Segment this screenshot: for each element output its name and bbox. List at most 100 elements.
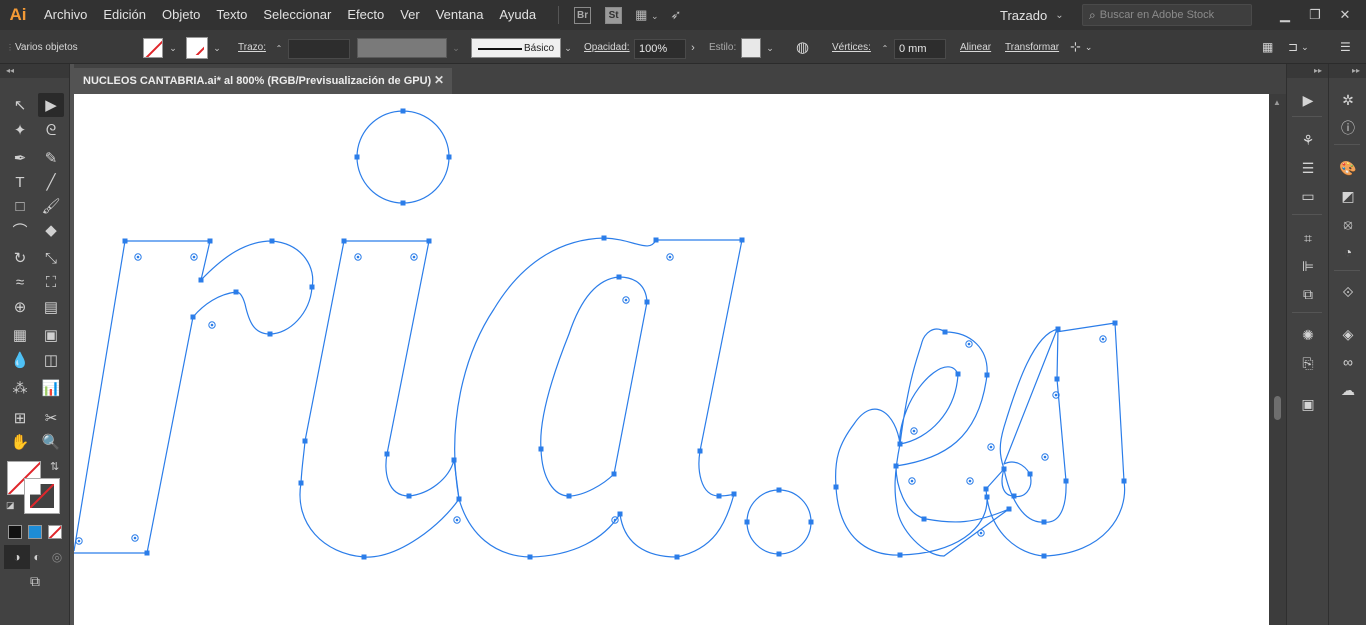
anchor-point[interactable] (400, 108, 406, 114)
anchor-point[interactable] (1112, 320, 1118, 326)
anchor-point[interactable] (644, 299, 650, 305)
letter-i-path[interactable] (299, 240, 460, 558)
scale-icon[interactable]: ⤡ (38, 246, 64, 270)
anchor-point[interactable] (984, 494, 990, 500)
anchor-point[interactable] (744, 519, 750, 525)
anchor-point[interactable] (653, 237, 659, 243)
anchor-point[interactable] (406, 493, 412, 499)
anchor-point[interactable] (302, 438, 308, 444)
anchor-point[interactable] (808, 519, 814, 525)
symbol-sprayer-icon[interactable]: ⁂ (7, 376, 33, 400)
anchor-point[interactable] (538, 446, 544, 452)
anchor-point[interactable] (207, 238, 213, 244)
anchor-point[interactable] (198, 277, 204, 283)
artboard[interactable] (73, 94, 1269, 625)
workspace-switcher[interactable]: Trazado ⌄ (1000, 0, 1064, 30)
anchor-point[interactable] (566, 493, 572, 499)
anchor-point[interactable] (617, 511, 623, 517)
letter-a-path[interactable] (454, 237, 743, 558)
stroke-stepper[interactable]: ⌃ (272, 38, 286, 58)
restore-button[interactable]: ❐ (1300, 0, 1330, 30)
letter-s-path[interactable] (985, 322, 1126, 557)
vertices-stepper[interactable]: ⌃ (878, 38, 892, 58)
anchor-point[interactable] (298, 480, 304, 486)
minimize-button[interactable]: ▁ (1270, 0, 1300, 30)
anchor-point[interactable] (269, 238, 275, 244)
shaper-icon[interactable]: ⌒ (7, 218, 33, 242)
scroll-thumb[interactable] (1274, 396, 1281, 420)
transform-options-icon[interactable]: ⊹ ⌄ (1070, 30, 1092, 64)
perspective-grid-icon[interactable]: ▤ (38, 295, 64, 319)
swap-fill-stroke-icon[interactable]: ⇅ (50, 460, 59, 473)
anchor-point[interactable] (697, 448, 703, 454)
links-icon[interactable]: ∞ (1335, 350, 1361, 374)
lasso-icon[interactable]: ᘓ (38, 118, 64, 142)
play-icon[interactable]: ▶ (1295, 88, 1321, 112)
menu-ver[interactable]: Ver (392, 0, 428, 30)
layers-icon[interactable]: ◈ (1335, 322, 1361, 346)
arrange-icon[interactable]: ⊐ ⌄ (1288, 30, 1309, 64)
stroke-color-box[interactable] (24, 478, 60, 514)
type-icon[interactable]: T (7, 170, 33, 194)
free-transform-icon[interactable]: ⛶ (38, 270, 64, 294)
fill-swatch[interactable] (143, 38, 163, 58)
bridge-button[interactable]: Br (574, 6, 592, 24)
stroke-swatch[interactable] (186, 37, 208, 59)
info-icon[interactable]: ⓘ (1335, 116, 1361, 140)
curvature-icon[interactable]: ✎ (38, 146, 64, 170)
canvas-area[interactable]: ▲ (73, 94, 1286, 625)
anchor-point[interactable] (354, 154, 360, 160)
panel-menu-icon[interactable]: ☰ (1340, 30, 1351, 64)
anchor-point[interactable] (1121, 478, 1127, 484)
close-window-button[interactable]: ✕ (1330, 0, 1360, 30)
period-path[interactable] (746, 489, 812, 555)
variable-width-profile[interactable] (357, 38, 447, 58)
anchor-point[interactable] (426, 238, 432, 244)
stock-button[interactable]: St (605, 6, 623, 24)
menu-ayuda[interactable]: Ayuda (491, 0, 544, 30)
transform-link[interactable]: Transformar (1005, 30, 1059, 64)
gradient-mode-icon[interactable] (28, 525, 42, 539)
slice-icon[interactable]: ✂ (38, 406, 64, 430)
rectangle-icon[interactable]: □ (7, 194, 33, 218)
color-mode-icon[interactable] (8, 525, 22, 539)
zoom-icon[interactable]: 🔍 (38, 430, 64, 454)
anchor-point[interactable] (983, 486, 989, 492)
align-icon[interactable]: ⊫ (1295, 254, 1321, 278)
stroke-weight-label[interactable]: Trazo: (238, 30, 266, 64)
paintbrush-icon[interactable]: 🖌 (38, 194, 64, 218)
anchor-point[interactable] (1054, 376, 1060, 382)
brush-definition[interactable]: Básico (471, 38, 561, 58)
anchor-point[interactable] (921, 516, 927, 522)
anchor-point[interactable] (897, 552, 903, 558)
transform-panel-icon[interactable]: ⌗ (1295, 226, 1321, 250)
opacity-arrow-icon[interactable]: › (686, 38, 700, 58)
anchor-point[interactable] (400, 200, 406, 206)
graphic-style-swatch[interactable] (741, 38, 761, 58)
anchor-point[interactable] (776, 487, 782, 493)
menu-objeto[interactable]: Objeto (154, 0, 208, 30)
rotate-icon[interactable]: ↻ (7, 246, 33, 270)
anchor-point[interactable] (739, 237, 745, 243)
line-icon[interactable]: ╱ (38, 170, 64, 194)
shape-builder-icon[interactable]: ⊕ (7, 295, 33, 319)
anchor-point[interactable] (893, 463, 899, 469)
screen-mode-icon[interactable]: ⧉ (22, 569, 48, 593)
anchor-point[interactable] (674, 554, 680, 560)
isolate-icon[interactable]: ▦ (1262, 30, 1273, 64)
direct-selection-icon[interactable]: ▶ (38, 93, 64, 117)
dock-collapse-icon[interactable]: ▸▸ (1287, 64, 1328, 78)
anchor-point[interactable] (611, 471, 617, 477)
menu-efecto[interactable]: Efecto (339, 0, 392, 30)
anchor-point[interactable] (446, 154, 452, 160)
profile-dropdown[interactable]: ⌄ (449, 38, 463, 58)
pathfinder-icon[interactable]: ⧉ (1295, 282, 1321, 306)
blend-icon[interactable]: ◫ (38, 348, 64, 372)
anchor-point[interactable] (1041, 553, 1047, 559)
anchor-point[interactable] (616, 274, 622, 280)
selection-icon[interactable]: ↖ (7, 93, 33, 117)
color-guide-icon[interactable]: 🎨 (1335, 156, 1361, 180)
opacity-field[interactable]: 100% (634, 39, 686, 59)
anchor-point[interactable] (1063, 478, 1069, 484)
anchor-point[interactable] (1006, 506, 1012, 512)
